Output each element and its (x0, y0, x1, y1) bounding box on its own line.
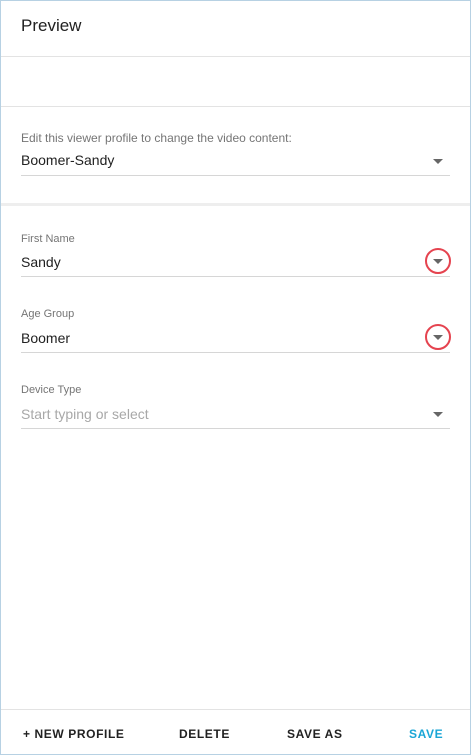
profile-select[interactable]: Edit this viewer profile to change the v… (21, 131, 450, 177)
device-type-input[interactable]: Start typing or select (21, 406, 149, 422)
new-profile-button[interactable]: + NEW PROFILE (23, 727, 124, 741)
age-group-label: Age Group (21, 308, 75, 320)
age-group-value: Boomer (21, 330, 71, 346)
profile-select-value: Boomer-Sandy (21, 152, 115, 168)
first-name-field[interactable]: First Name Sandy (21, 233, 451, 279)
chevron-down-icon[interactable] (433, 159, 443, 164)
page-title: Preview (21, 16, 82, 35)
footer-actions: + NEW PROFILE DELETE SAVE AS SAVE (1, 709, 470, 755)
device-type-label: Device Type (21, 384, 82, 396)
delete-button[interactable]: DELETE (179, 727, 230, 741)
chevron-down-icon[interactable] (433, 412, 443, 417)
age-group-field[interactable]: Age Group Boomer (21, 308, 451, 354)
chevron-down-icon[interactable] (433, 259, 443, 264)
field-underline (21, 175, 450, 176)
panel-header: Preview (1, 1, 470, 57)
device-type-field[interactable]: Device Type Start typing or select (21, 384, 450, 430)
field-underline (21, 276, 450, 277)
first-name-value: Sandy (21, 254, 61, 270)
profile-selector-section: Edit this viewer profile to change the v… (1, 107, 470, 206)
blank-band (1, 57, 470, 107)
first-name-label: First Name (21, 233, 75, 245)
field-underline (21, 352, 450, 353)
save-button[interactable]: SAVE (409, 727, 443, 741)
field-underline (21, 428, 450, 429)
save-as-button[interactable]: SAVE AS (287, 727, 343, 741)
chevron-down-icon[interactable] (433, 335, 443, 340)
profile-select-label: Edit this viewer profile to change the v… (21, 131, 292, 145)
preview-panel: Preview Edit this viewer profile to chan… (0, 0, 471, 755)
